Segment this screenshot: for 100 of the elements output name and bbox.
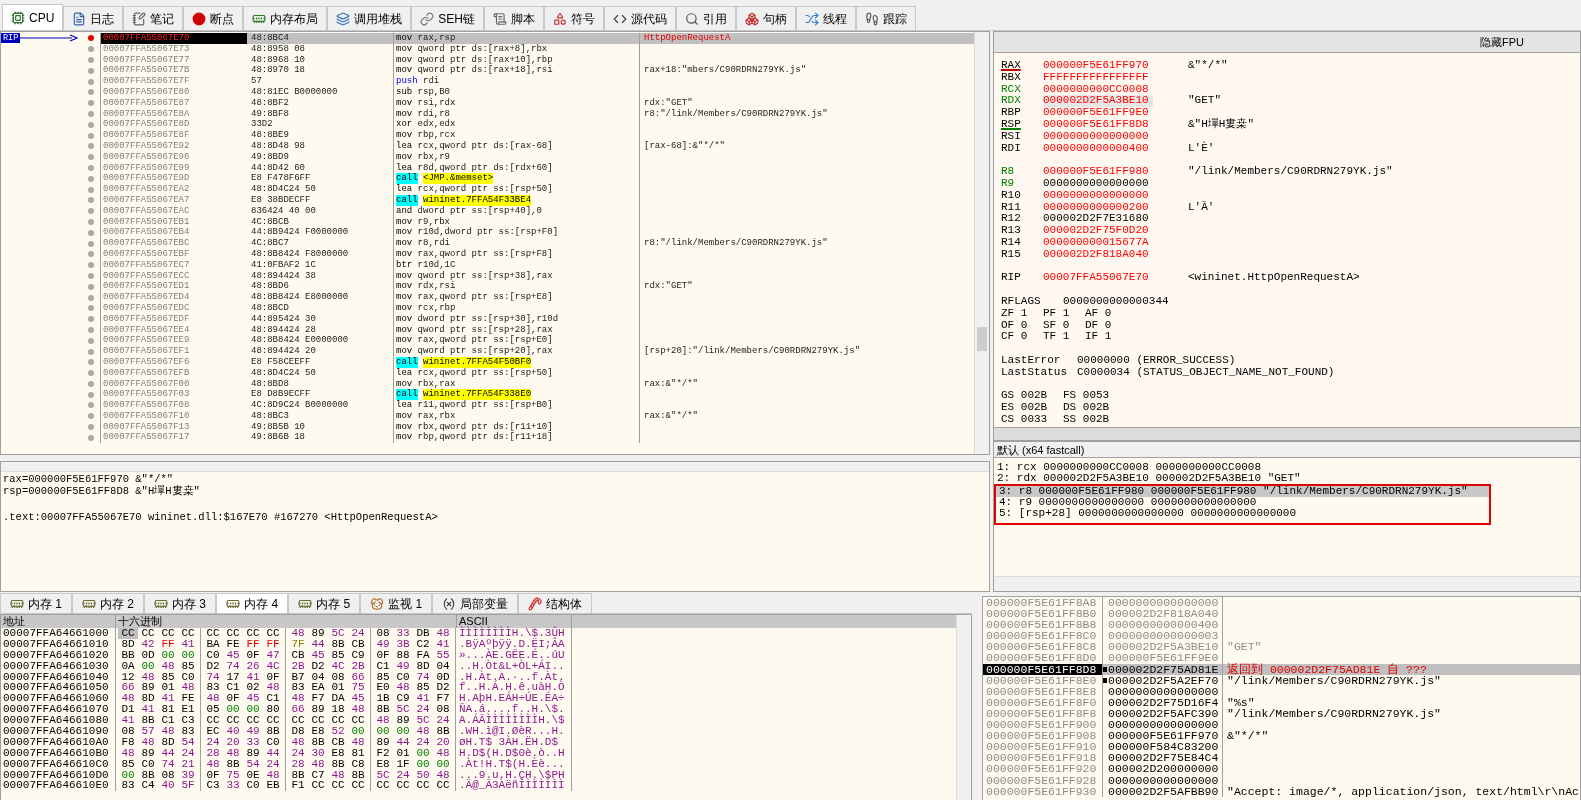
- disassembly-row[interactable]: 00007FFA55067F03 E8 D8B9ECFF call wininet.7FFA54F338E0: [1, 389, 974, 401]
- tab[interactable]: 内存 3: [144, 593, 217, 613]
- flag-value[interactable]: OF 0: [1001, 319, 1043, 332]
- segment-value[interactable]: FS 0053: [1063, 390, 1125, 403]
- disassembly-row[interactable]: 00007FFA55067E73 48:8958 08 mov qword ptr ds:[rax+8],rbx: [1, 43, 974, 55]
- register-value[interactable]: 000000F5E61FF980: [1043, 166, 1153, 178]
- register-value[interactable]: 0000000000CC0008: [1043, 83, 1153, 96]
- disassembly-row[interactable]: 00007FFA55067F08 4C:8D9C24 B0000000 lea r11,qword ptr ss:[rsp+B0]: [1, 400, 974, 411]
- tab[interactable]: 内存 5: [288, 593, 361, 613]
- register-value[interactable]: 000000F5E61FF8D8: [1043, 119, 1153, 131]
- segment-value[interactable]: CS 0033: [1001, 413, 1063, 426]
- disassembly-row[interactable]: 00007FFA55067E7B 48:8970 18 mov qword ptr ds:[rax+18],rsi rax+18:"mbers/C90RDRN279YK.js": [1, 65, 974, 77]
- stack-row[interactable]: 000000F5E61FF908 000000F5E61FF970 &"*/*": [983, 730, 1580, 742]
- tab[interactable]: 调用堆栈: [327, 6, 412, 30]
- disassembly-row[interactable]: 00007FFA55067EA2 48:8D4C24 50 lea rcx,qword ptr ss:[rsp+50]: [1, 184, 974, 195]
- tab[interactable]: 结构体: [518, 593, 593, 613]
- tab[interactable]: 内存 4: [216, 593, 289, 613]
- tab[interactable]: 内存 1: [0, 593, 72, 613]
- column-header[interactable]: 十六进制: [116, 615, 457, 628]
- stack-row[interactable]: 000000F5E61FF910 000000F584C83200: [983, 741, 1580, 753]
- register-value[interactable]: 0000000000000400: [1043, 142, 1153, 155]
- argument-row[interactable]: 3: r8 000000F5E61FF980 000000F5E61FF980 "/link/Members/C90RDRN279YK.js": [996, 486, 1489, 497]
- scrollbar[interactable]: [994, 427, 1580, 440]
- flag-value[interactable]: PF 1: [1043, 307, 1085, 320]
- tab[interactable]: 源代码: [604, 6, 677, 30]
- stack-row[interactable]: 000000F5E61FF8F8 000002D2F5AFC390 "/link/Members/C90RDRN279YK.js": [983, 707, 1580, 720]
- stack-row[interactable]: 000000F5E61FF900 0000000000000000: [983, 719, 1580, 731]
- register-value[interactable]: 000000000015677A: [1043, 236, 1153, 249]
- register-value[interactable]: 000000F5E61FF970: [1043, 60, 1153, 72]
- disassembly-row[interactable]: 00007FFA55067EB1 4C:8BCB mov r9,rbx: [1, 216, 974, 228]
- disassembly-row[interactable]: 00007FFA55067F17 49:8B6B 18 mov rbp,qword ptr ds:[r11+18]: [1, 432, 974, 444]
- tab[interactable]: 日志: [63, 6, 124, 30]
- register-value[interactable]: 0000000000000200: [1043, 201, 1153, 214]
- tab[interactable]: 句柄: [736, 6, 797, 30]
- disassembly-row[interactable]: 00007FFA55067EBF 48:8B8424 F8000000 mov rax,qword ptr ss:[rsp+F8]: [1, 248, 974, 260]
- register-value[interactable]: 00007FFA55067E70: [1043, 272, 1153, 285]
- disassembly-row[interactable]: 00007FFA55067F13 49:8B5B 10 mov rbx,qword ptr ds:[r11+10]: [1, 421, 974, 433]
- disassembly-row[interactable]: 00007FFA55067E9D E8 F478F6FF call <JMP.&memset>: [1, 173, 974, 185]
- segment-value[interactable]: GS 002B: [1001, 390, 1063, 403]
- stack-row[interactable]: 000000F5E61FF8E8 0000000000000000: [983, 685, 1580, 697]
- disassembly-row[interactable]: 00007FFA55067F10 48:8BC3 mov rax,rbx rax:&"*/*": [1, 410, 974, 422]
- disassembly-row[interactable]: RIP 00007FFA55067E70 48:8BC4 mov rax,rsp HttpOpenRequestA: [1, 33, 974, 44]
- calling-convention-select[interactable]: 默认 (x64 fastcall): [994, 442, 1580, 458]
- flag-value[interactable]: TF 1: [1043, 331, 1085, 344]
- disassembly-row[interactable]: 00007FFA55067E8A 49:8BF8 mov rdi,r8 r8:"/link/Members/C90RDRN279YK.js": [1, 108, 974, 120]
- tab[interactable]: 笔记: [123, 6, 184, 30]
- tab[interactable]: 局部变量: [432, 593, 519, 613]
- disassembly-row[interactable]: 00007FFA55067E7F 57 push rdi: [1, 76, 974, 87]
- disassembly-row[interactable]: 00007FFA55067E92 48:8D48 98 lea rcx,qword ptr ds:[rax-68] [rax-68]:&"*/*": [1, 140, 974, 152]
- tab[interactable]: 内存 2: [72, 593, 145, 613]
- column-header[interactable]: 地址: [1, 615, 116, 628]
- stack-row[interactable]: 000000F5E61FF928 0000000000000000: [983, 774, 1580, 786]
- tab[interactable]: CPU: [2, 4, 64, 30]
- disassembly-row[interactable]: 00007FFA55067EBC 4C:8BC7 mov r8,rdi r8:"/link/Members/C90RDRN279YK.js": [1, 238, 974, 249]
- disassembly-row[interactable]: 00007FFA55067ED4 48:8B8424 E8000000 mov rax,qword ptr ss:[rsp+E8]: [1, 292, 974, 303]
- disassembly-row[interactable]: 00007FFA55067E8F 48:8BE9 mov rbp,rcx: [1, 130, 974, 141]
- disassembly-row[interactable]: 00007FFA55067E87 48:8BF2 mov rsi,rdx rdx:"GET": [1, 97, 974, 109]
- disassembly-row[interactable]: 00007FFA55067E80 48:81EC B0000000 sub rsp,B0: [1, 87, 974, 98]
- disassembly-row[interactable]: 00007FFA55067EAC 836424 40 00 and dword ptr ss:[rsp+40],0: [1, 205, 974, 217]
- disassembly-row[interactable]: 00007FFA55067ECC 48:894424 38 mov qword ptr ss:[rsp+38],rax: [1, 270, 974, 282]
- disassembly-row[interactable]: 00007FFA55067EB4 44:8B9424 F0000000 mov r10d,dword ptr ss:[rsp+F0]: [1, 227, 974, 239]
- flag-value[interactable]: CF 0: [1001, 331, 1043, 344]
- disassembly-row[interactable]: 00007FFA55067EFB 48:8D4C24 50 lea rcx,qword ptr ss:[rsp+50]: [1, 367, 974, 379]
- register-value[interactable]: 000002D2F7E31680: [1043, 213, 1153, 226]
- flag-value[interactable]: IF 1: [1085, 331, 1127, 344]
- disassembly-row[interactable]: 00007FFA55067E96 49:8BD9 mov rbx,r9: [1, 151, 974, 163]
- stack-row[interactable]: 000000F5E61FF918 000002D2F75E84C4: [983, 752, 1580, 764]
- register-value[interactable]: 000000F5E61FF9E0: [1043, 107, 1153, 119]
- argument-row[interactable]: 2: rdx 000002D2F5A3BE10 000002D2F5A3BE10 "GET": [994, 473, 1580, 484]
- tab[interactable]: SEH链: [411, 6, 485, 30]
- hide-fpu-button[interactable]: 隐藏FPU: [994, 32, 1580, 53]
- disassembly-row[interactable]: 00007FFA55067EF1 48:894424 20 mov qword ptr ss:[rsp+20],rax [rsp+20]:"/link/Members/C90RDRN279YK.js": [1, 346, 974, 357]
- disassembly-row[interactable]: 00007FFA55067EE9 48:8B8424 E0000000 mov rax,qword ptr ss:[rsp+E0]: [1, 335, 974, 347]
- disassembly-row[interactable]: 00007FFA55067E8D 33D2 xor edx,edx: [1, 119, 974, 131]
- tab[interactable]: 引用: [676, 6, 737, 30]
- stack-row[interactable]: 000000F5E61FF8E0 000002D2F5A2EF70 "/link/Members/C90RDRN279YK.js": [983, 674, 1580, 686]
- register-value[interactable]: 000002D2F818A040: [1043, 248, 1153, 261]
- disassembly-row[interactable]: 00007FFA55067EA7 E8 38BDECFF call wininet.7FFA54F33BE4: [1, 194, 974, 206]
- tab[interactable]: 内存布局: [243, 6, 328, 30]
- register-value[interactable]: 0000000000000000: [1043, 189, 1153, 202]
- flag-value[interactable]: AF 0: [1085, 307, 1127, 320]
- disassembly-row[interactable]: 00007FFA55067ED1 48:8BD6 mov rdx,rsi rdx:"GET": [1, 281, 974, 293]
- segment-value[interactable]: SS 002B: [1063, 413, 1125, 426]
- disassembly-row[interactable]: 00007FFA55067EDC 48:8BCD mov rcx,rbp: [1, 302, 974, 314]
- disassembly-row[interactable]: 00007FFA55067EDF 44:895424 30 mov dword ptr ss:[rsp+30],r10d: [1, 313, 974, 325]
- stack-row[interactable]: 000000F5E61FF8D8 000002D2F75AD81E 返回到 000002D2F75AD81E 自 ???: [983, 663, 1580, 675]
- register-value[interactable]: 0000000000000000: [1043, 177, 1153, 190]
- segment-value[interactable]: DS 002B: [1063, 402, 1125, 414]
- disassembly-row[interactable]: 00007FFA55067E77 48:8968 10 mov qword ptr ds:[rax+10],rbp: [1, 54, 974, 66]
- disassembly-row[interactable]: 00007FFA55067EE4 48:894424 28 mov qword ptr ss:[rsp+28],rax: [1, 324, 974, 336]
- stack-row[interactable]: 000000F5E61FF920 000002D200000000: [983, 763, 1580, 775]
- tab[interactable]: 断点: [183, 6, 244, 30]
- segment-value[interactable]: ES 002B: [1001, 402, 1063, 414]
- disassembly-row[interactable]: 00007FFA55067EF6 E8 F58CEEFF call wininet.7FFA54F50BF0: [1, 356, 974, 368]
- flag-value[interactable]: SF 0: [1043, 319, 1085, 332]
- tab[interactable]: 符号: [544, 6, 605, 30]
- tab[interactable]: 脚本: [484, 6, 545, 30]
- register-value[interactable]: FFFFFFFFFFFFFFFF: [1043, 71, 1153, 84]
- register-value[interactable]: 000002D2F75F0D20: [1043, 225, 1153, 237]
- tab[interactable]: 监视 1: [360, 593, 433, 613]
